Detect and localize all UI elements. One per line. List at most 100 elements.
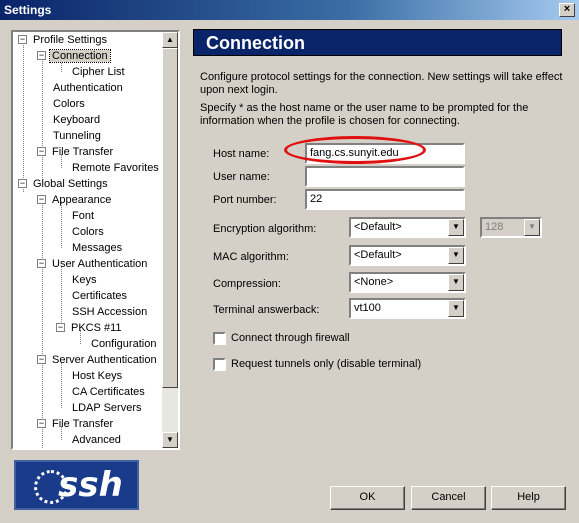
scroll-up-icon[interactable]: ▲ <box>162 32 178 48</box>
chevron-down-icon[interactable]: ▼ <box>448 247 464 264</box>
user-name-input[interactable] <box>305 166 465 187</box>
tree-item-host-keys[interactable]: Host Keys <box>72 368 122 384</box>
chevron-down-icon[interactable]: ▼ <box>448 219 464 236</box>
encryption-value: <Default> <box>354 221 402 233</box>
tree-content: − Profile Settings − Connection Cipher L… <box>13 32 164 448</box>
answerback-select[interactable]: vt100 ▼ <box>349 298 466 319</box>
firewall-checkbox[interactable] <box>213 332 226 345</box>
tree-item-file-transfer[interactable]: − File Transfer <box>35 144 113 160</box>
compression-select[interactable]: <None> ▼ <box>349 272 466 293</box>
tree-item-label: Global Settings <box>33 178 108 190</box>
tree-item-label: Advanced <box>72 434 121 446</box>
tunnels-only-label[interactable]: Request tunnels only (disable terminal) <box>231 358 421 370</box>
tree-connector <box>61 202 62 248</box>
collapse-icon[interactable]: − <box>37 147 46 156</box>
tree-connector <box>61 362 62 408</box>
tree-item-label: Cipher List <box>72 66 125 78</box>
scroll-down-icon[interactable]: ▼ <box>162 432 178 448</box>
mac-label: MAC algorithm: <box>213 251 289 263</box>
tree-item-label: SSH Accession <box>72 306 148 318</box>
panel-hint: Specify * as the host name or the user n… <box>200 102 529 127</box>
port-number-label: Port number: <box>213 194 277 206</box>
tree-item-colors[interactable]: Colors <box>53 96 85 112</box>
encryption-select[interactable]: <Default> ▼ <box>349 217 466 238</box>
tree-item-certificates[interactable]: Certificates <box>72 288 127 304</box>
panel-description: Configure protocol settings for the conn… <box>200 71 563 96</box>
tree-scrollbar[interactable]: ▲ ▼ <box>162 32 178 448</box>
ok-button[interactable]: OK <box>330 486 405 510</box>
tree-item-label: Colors <box>53 98 85 110</box>
tree-item-cipher-list[interactable]: Cipher List <box>72 64 125 80</box>
help-button[interactable]: Help <box>491 486 566 510</box>
tree-item-remote-favorites[interactable]: Remote Favorites <box>72 160 159 176</box>
tree-item-ssh-accession[interactable]: SSH Accession <box>72 304 147 320</box>
tree-item-file-transfer-global[interactable]: − File Transfer <box>35 416 113 432</box>
port-number-input[interactable]: 22 <box>305 189 465 210</box>
tree-item-label: Messages <box>72 242 123 254</box>
tunnels-only-checkbox[interactable] <box>213 358 226 371</box>
tree-connector <box>61 266 62 328</box>
chevron-down-icon[interactable]: ▼ <box>448 274 464 291</box>
tree-connector <box>42 58 43 178</box>
tree-item-label: Host Keys <box>72 370 123 382</box>
tree-item-label: Remote Favorites <box>72 162 159 174</box>
firewall-label[interactable]: Connect through firewall <box>231 332 350 344</box>
collapse-icon[interactable]: − <box>56 323 65 332</box>
tree-item-ca-certificates[interactable]: CA Certificates <box>72 384 145 400</box>
tree-item-configuration[interactable]: Configuration <box>91 336 156 352</box>
scroll-thumb[interactable] <box>162 48 178 388</box>
panel-title: Connection <box>193 29 562 56</box>
tree-item-user-authentication[interactable]: − User Authentication <box>35 256 147 272</box>
tree-item-label: Font <box>72 210 95 222</box>
compression-label: Compression: <box>213 278 281 290</box>
tree-item-label: Keyboard <box>53 114 101 126</box>
collapse-icon[interactable]: − <box>37 259 46 268</box>
tree-item-authentication[interactable]: Authentication <box>53 80 123 96</box>
tree-item-tunneling[interactable]: Tunneling <box>53 128 101 144</box>
chevron-down-icon: ▼ <box>524 219 540 236</box>
tree-item-advanced[interactable]: Advanced <box>72 432 121 448</box>
tree-item-label: File Transfer <box>52 146 114 158</box>
key-length-value: 128 <box>485 221 504 233</box>
tree-item-messages[interactable]: Messages <box>72 240 122 256</box>
tree-item-appearance[interactable]: − Appearance <box>35 192 111 208</box>
tree-connector <box>42 202 43 448</box>
chevron-down-icon[interactable]: ▼ <box>448 300 464 317</box>
tree-item-profile-settings[interactable]: − Profile Settings <box>16 32 107 48</box>
close-button[interactable]: × <box>559 3 575 17</box>
collapse-icon[interactable]: − <box>18 179 27 188</box>
mac-value: <Default> <box>354 249 402 261</box>
highlight-ellipse <box>284 136 426 164</box>
tree-item-colors-global[interactable]: Colors <box>72 224 104 240</box>
logo-text: ssh <box>58 465 123 505</box>
collapse-icon[interactable]: − <box>18 35 27 44</box>
tree-item-label: Connection <box>49 49 111 63</box>
answerback-label: Terminal answerback: <box>213 304 320 316</box>
tree-item-pkcs11[interactable]: − PKCS #11 <box>54 320 122 336</box>
tree-item-label: Tunneling <box>53 130 101 142</box>
tree-item-keyboard[interactable]: Keyboard <box>53 112 100 128</box>
tree-item-keys[interactable]: Keys <box>72 272 96 288</box>
tree-item-font[interactable]: Font <box>72 208 94 224</box>
tree-item-connection[interactable]: − Connection <box>35 48 111 64</box>
tree-item-label: Server Authentication <box>52 354 157 366</box>
collapse-icon[interactable]: − <box>37 195 46 204</box>
window-title: Settings <box>4 3 52 17</box>
tree-item-label: File Transfer <box>52 418 114 430</box>
tree-item-ldap-servers[interactable]: LDAP Servers <box>72 400 142 416</box>
compression-value: <None> <box>354 276 394 288</box>
collapse-icon[interactable]: − <box>37 51 46 60</box>
answerback-value: vt100 <box>354 302 381 314</box>
mac-select[interactable]: <Default> ▼ <box>349 245 466 266</box>
cancel-button[interactable]: Cancel <box>411 486 486 510</box>
user-name-label: User name: <box>213 171 270 183</box>
collapse-icon[interactable]: − <box>37 419 46 428</box>
title-bar: Settings × <box>0 0 579 20</box>
tree-item-server-authentication[interactable]: − Server Authentication <box>35 352 157 368</box>
tree-item-label: PKCS #11 <box>71 322 122 334</box>
tree-item-label: Certificates <box>72 290 128 302</box>
collapse-icon[interactable]: − <box>37 355 46 364</box>
tree-item-global-settings[interactable]: − Global Settings <box>16 176 108 192</box>
tree-item-label: Colors <box>72 226 104 238</box>
settings-tree[interactable]: − Profile Settings − Connection Cipher L… <box>11 30 180 450</box>
